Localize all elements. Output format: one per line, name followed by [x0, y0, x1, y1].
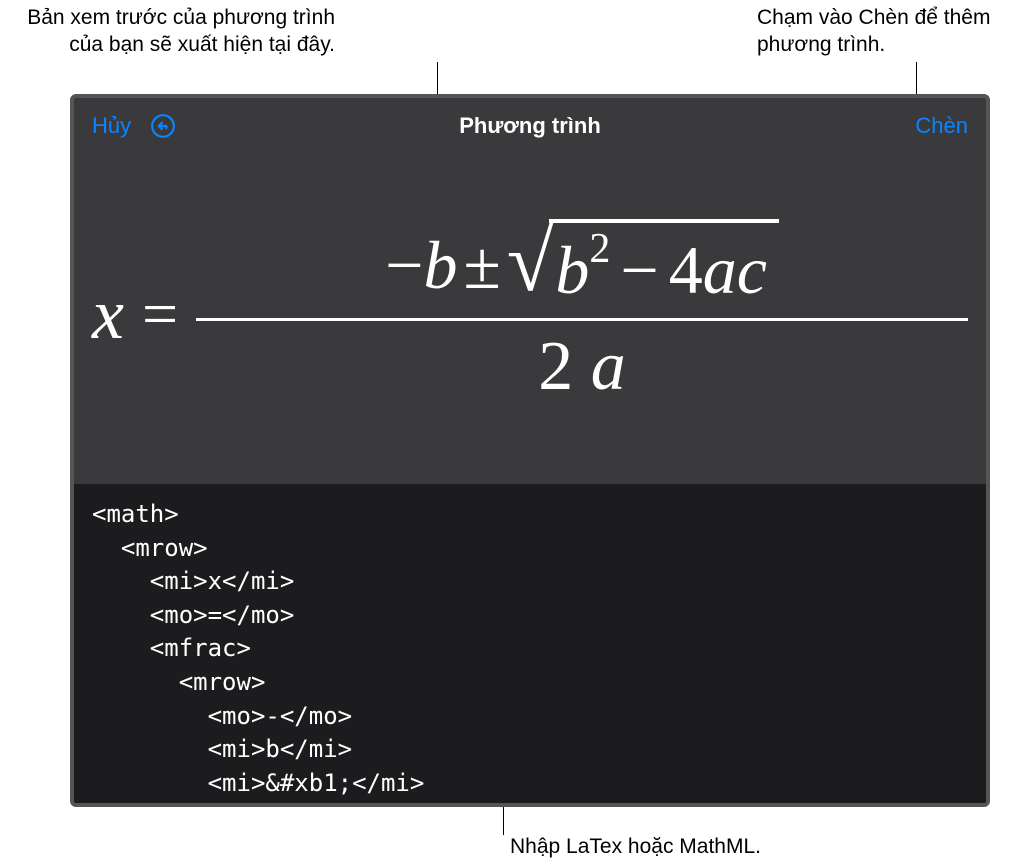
equation-dialog: Hủy Phương trình Chèn x = − b ± √ [70, 94, 990, 807]
eq-minus: − [385, 226, 423, 305]
eq-equals: = [142, 277, 178, 351]
eq-four: 4 [669, 231, 703, 310]
eq-a: a [591, 328, 626, 405]
callout-input-hint: Nhập LaTex hoặc MathML. [510, 833, 761, 860]
code-line: <mrow> [92, 668, 265, 696]
eq-minus-inside: − [620, 231, 658, 310]
code-line: <mi>&#xb1;</mi> [92, 769, 424, 797]
eq-b2: b [555, 231, 589, 310]
code-line: <mi>b</mi> [92, 735, 352, 763]
rendered-equation: x = − b ± √ b 2 − 4 a c [82, 221, 978, 407]
eq-exponent: 2 [589, 225, 610, 273]
dialog-toolbar: Hủy Phương trình Chèn [74, 98, 986, 154]
eq-numerator: − b ± √ b 2 − 4 a c [385, 221, 779, 318]
code-input[interactable]: <math> <mrow> <mi>x</mi> <mo>=</mo> <mfr… [74, 484, 986, 807]
cancel-button[interactable]: Hủy [92, 113, 131, 139]
eq-a-inside: a [703, 231, 737, 310]
toolbar-left-group: Hủy [92, 112, 177, 140]
equation-preview: x = − b ± √ b 2 − 4 a c [74, 154, 986, 484]
eq-variable-x: x [92, 273, 124, 356]
callout-insert-hint: Chạm vào Chèn để thêm phương trình. [757, 4, 997, 59]
code-line: <mo>-</mo> [92, 702, 352, 730]
undo-icon[interactable] [149, 112, 177, 140]
code-line: <mi>x</mi> [92, 567, 294, 595]
code-line: <mfrac> [92, 634, 251, 662]
sqrt-symbol-icon: √ [507, 233, 554, 293]
eq-c: c [737, 231, 767, 310]
eq-two: 2 [538, 328, 573, 405]
eq-fraction: − b ± √ b 2 − 4 a c [196, 221, 968, 407]
eq-plus-minus: ± [463, 226, 500, 305]
eq-b: b [423, 226, 457, 305]
callout-line [503, 805, 504, 835]
eq-sqrt-content: b 2 − 4 a c [549, 219, 779, 310]
callout-preview: Bản xem trước của phương trình của bạn s… [5, 4, 335, 59]
eq-denominator: 2 a [538, 321, 626, 407]
code-line: <math> [92, 500, 179, 528]
dialog-title: Phương trình [459, 113, 601, 139]
code-line: <mrow> [92, 534, 208, 562]
code-line: <mo>=</mo> [92, 601, 294, 629]
insert-button[interactable]: Chèn [915, 113, 968, 139]
eq-sqrt: √ b 2 − 4 a c [507, 221, 779, 310]
